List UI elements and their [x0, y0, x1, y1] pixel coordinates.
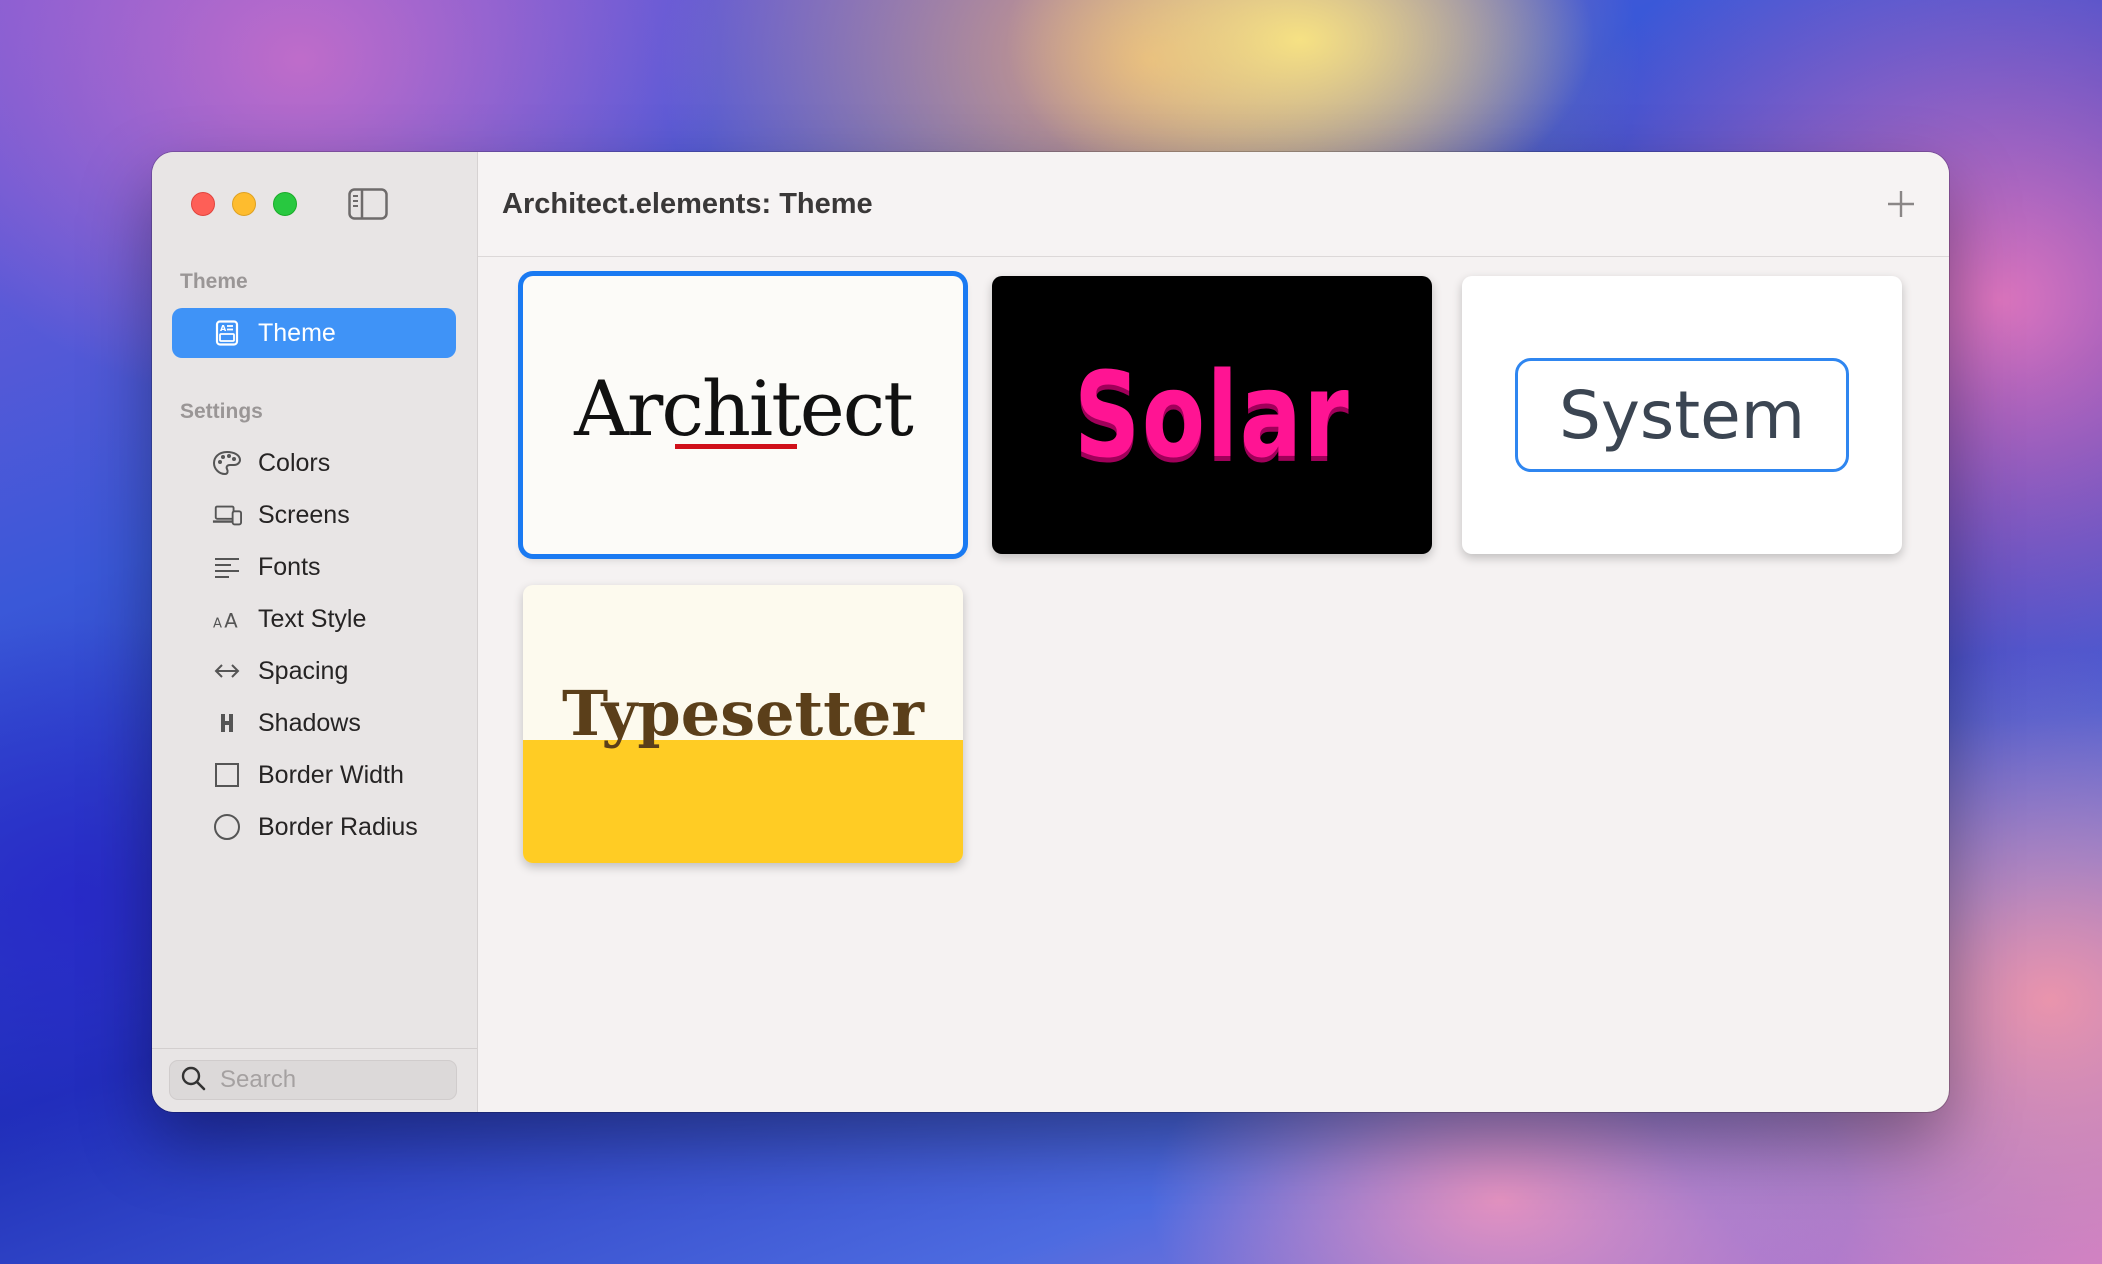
- sidebar-item-shadows[interactable]: Shadows: [172, 698, 456, 748]
- text-align-icon: [212, 552, 242, 582]
- minimize-window-button[interactable]: [232, 192, 256, 216]
- sidebar-item-label: Text Style: [258, 604, 367, 633]
- theme-card-architect[interactable]: Architect: [523, 276, 963, 554]
- shadow-icon: [212, 708, 242, 738]
- sidebar-item-label: Theme: [258, 318, 336, 347]
- sidebar-item-fonts[interactable]: Fonts: [172, 542, 456, 592]
- search-input[interactable]: [218, 1065, 442, 1095]
- sidebar-item-label: Screens: [258, 500, 350, 529]
- sidebar-item-theme[interactable]: A Theme: [172, 308, 456, 358]
- theme-card-typesetter[interactable]: Typesetter: [523, 585, 963, 863]
- search-divider: [152, 1048, 477, 1049]
- section-header-theme: Theme: [180, 270, 248, 293]
- section-header-settings: Settings: [180, 400, 263, 423]
- window-controls: [191, 192, 297, 216]
- zoom-window-button[interactable]: [273, 192, 297, 216]
- theme-name: Solar: [1073, 346, 1351, 484]
- typesetter-yellow-band: [523, 740, 963, 863]
- add-theme-button[interactable]: [1883, 186, 1919, 222]
- theme-name: Typesetter: [562, 677, 924, 750]
- sidebar: Theme A Theme Settings Colors Screens Fo…: [152, 152, 478, 1112]
- palette-icon: [212, 448, 242, 478]
- sidebar-item-colors[interactable]: Colors: [172, 438, 456, 488]
- theme-card-solar[interactable]: Solar: [992, 276, 1432, 554]
- sidebar-item-label: Border Width: [258, 760, 404, 789]
- search-field[interactable]: [169, 1060, 457, 1100]
- plus-icon: [1883, 191, 1919, 226]
- svg-text:A: A: [220, 324, 227, 333]
- window-title: Architect.elements: Theme: [502, 187, 873, 220]
- architect-underline: [675, 444, 797, 449]
- theme-name: System: [1558, 376, 1806, 454]
- sidebar-item-label: Fonts: [258, 552, 321, 581]
- svg-text:A: A: [224, 609, 238, 631]
- close-window-button[interactable]: [191, 192, 215, 216]
- sidebar-item-label: Border Radius: [258, 812, 418, 841]
- sidebar-item-screens[interactable]: Screens: [172, 490, 456, 540]
- devices-icon: [212, 500, 242, 530]
- sidebar-item-spacing[interactable]: Spacing: [172, 646, 456, 696]
- sidebar-item-label: Colors: [258, 448, 331, 477]
- horizontal-arrows-icon: [212, 656, 242, 686]
- svg-text:A: A: [213, 616, 222, 631]
- main-content: Architect.elements: Theme Architect Sola…: [478, 152, 1949, 1112]
- sidebar-toggle-icon[interactable]: [348, 188, 388, 220]
- theme-name: Architect: [574, 363, 914, 453]
- text-size-icon: A A: [212, 604, 242, 634]
- sidebar-item-border-radius[interactable]: Border Radius: [172, 802, 456, 852]
- sidebar-item-label: Shadows: [258, 708, 361, 737]
- sidebar-item-border-width[interactable]: Border Width: [172, 750, 456, 800]
- app-window: Theme A Theme Settings Colors Screens Fo…: [152, 152, 1949, 1112]
- search-icon: [180, 1065, 206, 1096]
- sidebar-item-text-style[interactable]: A A Text Style: [172, 594, 456, 644]
- theme-card-system[interactable]: System: [1462, 276, 1902, 554]
- system-preview-button: System: [1515, 358, 1849, 472]
- square-icon: [212, 760, 242, 790]
- toolbar: Architect.elements: Theme: [478, 152, 1949, 257]
- sidebar-item-label: Spacing: [258, 656, 349, 685]
- theme-doc-icon: A: [212, 318, 242, 348]
- circle-icon: [212, 812, 242, 842]
